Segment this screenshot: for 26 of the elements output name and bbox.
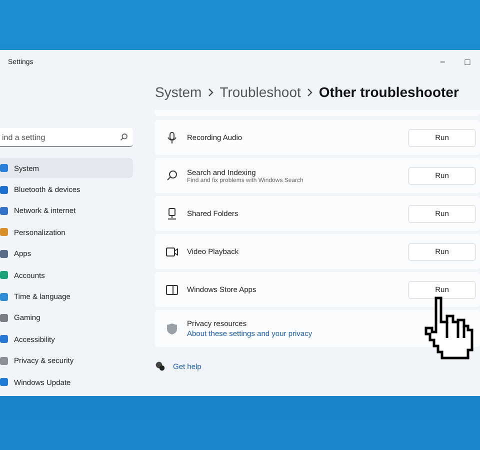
square-icon	[0, 356, 8, 365]
breadcrumb-item[interactable]: Troubleshoot	[220, 84, 301, 100]
square-icon	[0, 292, 8, 301]
breadcrumb-item[interactable]: System	[155, 84, 202, 100]
window-control-button[interactable]: −	[430, 57, 455, 67]
search-field[interactable]: ind a setting	[0, 128, 133, 147]
square-icon	[0, 378, 8, 386]
square-icon	[0, 206, 8, 215]
square-icon	[0, 186, 8, 194]
window-icon	[166, 284, 178, 294]
square-icon	[0, 314, 8, 322]
microphone-icon	[166, 132, 178, 144]
chevron-icon	[306, 88, 313, 96]
square-icon	[0, 335, 8, 344]
square-icon	[0, 250, 8, 258]
square-icon	[0, 164, 8, 172]
window-control-button[interactable]: □	[455, 57, 480, 67]
breadcrumb-item: Other troubleshooter	[318, 84, 459, 100]
square-icon	[0, 271, 8, 280]
shield-icon	[166, 322, 178, 334]
video-camera-icon	[166, 246, 178, 256]
chevron-icon	[208, 88, 214, 96]
search-icon	[120, 133, 128, 141]
server-icon	[166, 208, 178, 220]
search-icon	[166, 170, 178, 181]
square-icon	[0, 228, 8, 236]
